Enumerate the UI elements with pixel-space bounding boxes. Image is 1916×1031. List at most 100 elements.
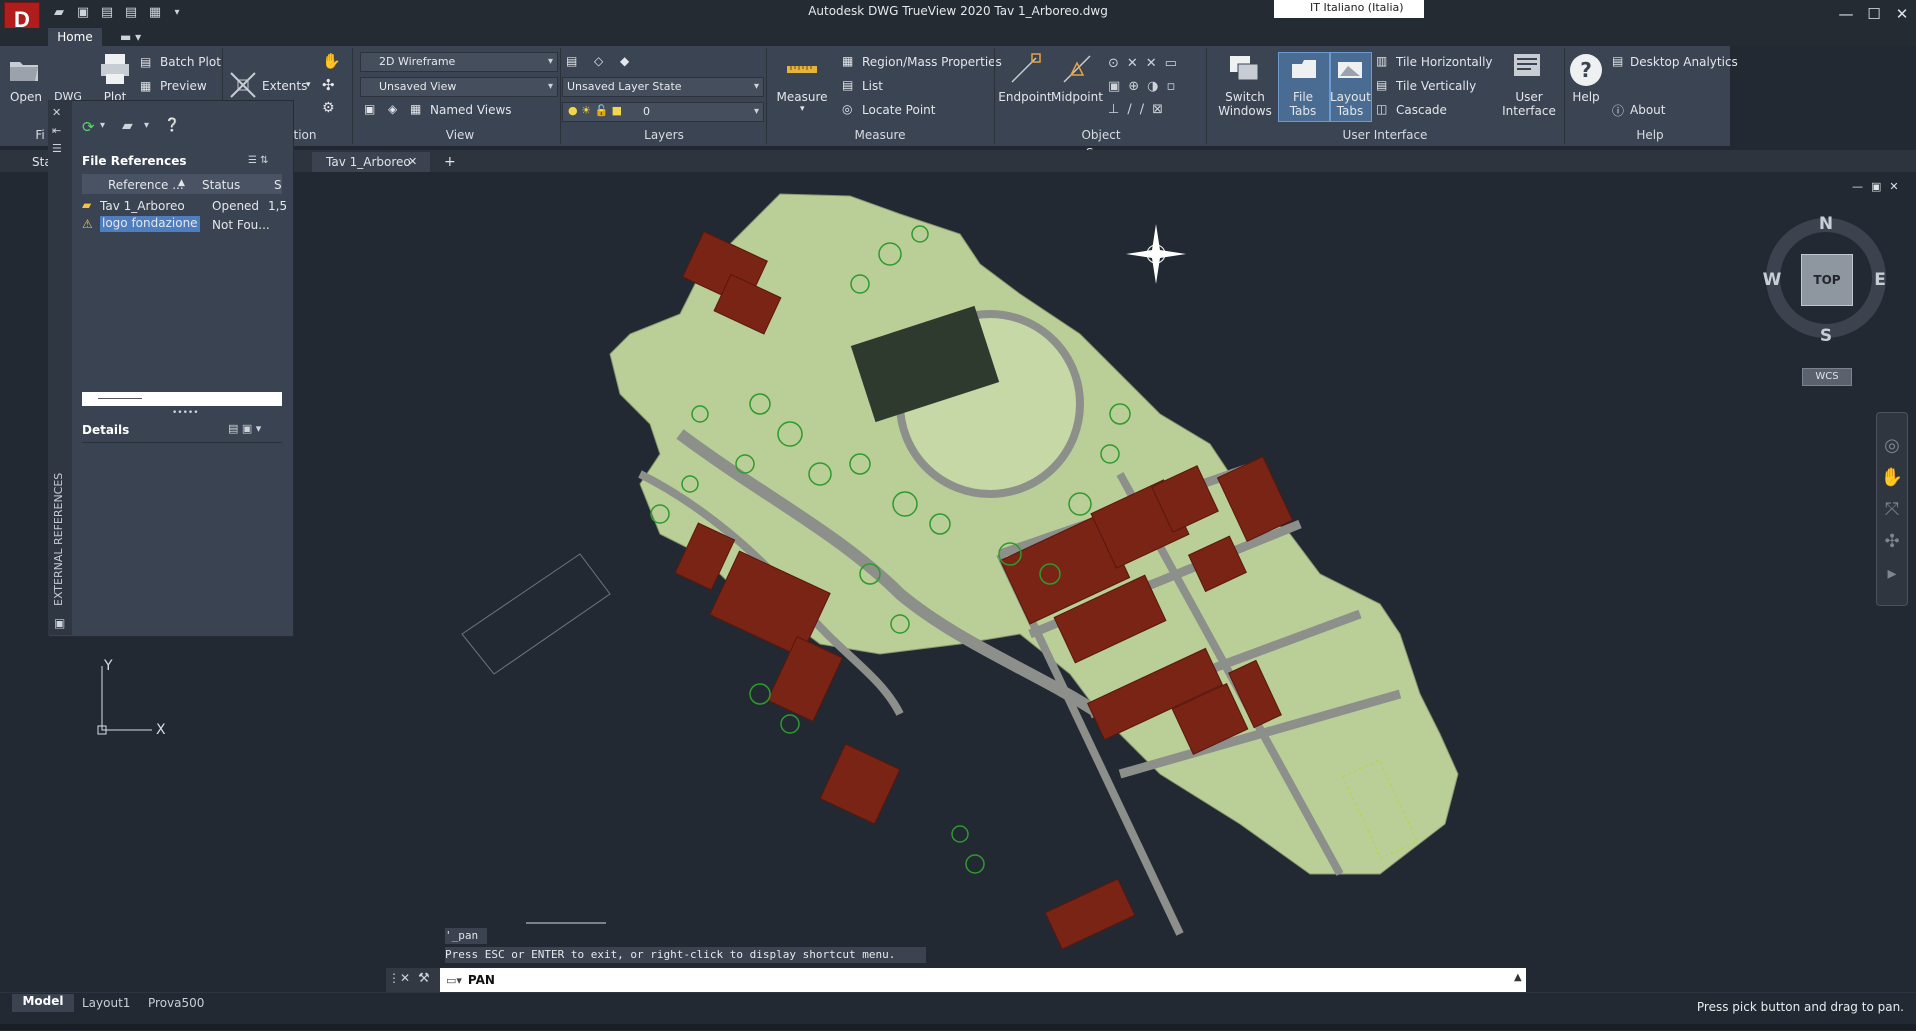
- panel-separator: [1564, 48, 1565, 144]
- extents-button[interactable]: Extents: [262, 79, 307, 93]
- extents-dropdown-icon[interactable]: ▾: [306, 80, 311, 90]
- batch-plot-button[interactable]: Batch Plot: [160, 55, 221, 69]
- help-small-icon[interactable]: ❔: [164, 118, 180, 133]
- midpoint-button[interactable]: Midpoint: [1050, 90, 1104, 104]
- viewport-window-controls[interactable]: —▣✕: [1852, 180, 1907, 193]
- tab-prova500[interactable]: Prova500: [148, 994, 204, 1012]
- close-tab-icon[interactable]: ✕: [408, 152, 417, 172]
- list-scrollbar[interactable]: [82, 392, 282, 406]
- cascade-icon: ◫: [1376, 102, 1388, 116]
- command-grip-icon[interactable]: ⋮✕: [388, 971, 410, 985]
- tile-vertically-button[interactable]: Tile Vertically: [1396, 79, 1476, 93]
- endpoint-icon[interactable]: [1008, 52, 1042, 86]
- compass-west[interactable]: W: [1762, 270, 1782, 290]
- switch-windows-icon[interactable]: [1228, 52, 1262, 86]
- attach-dropdown-icon[interactable]: ▾: [144, 120, 149, 131]
- column-status[interactable]: Status: [202, 178, 240, 192]
- help-button[interactable]: Help: [1566, 90, 1606, 104]
- refresh-dropdown-icon[interactable]: ▾: [100, 120, 105, 131]
- switch-windows-button[interactable]: Switch Windows: [1216, 90, 1274, 118]
- saved-view-dropdown[interactable]: Unsaved View: [360, 77, 558, 97]
- panel-view-title: View: [445, 128, 475, 142]
- language-indicator[interactable]: IT Italiano (Italia): [1274, 0, 1424, 18]
- customize-icon[interactable]: ⚒: [418, 971, 430, 986]
- zoom-icon[interactable]: ⚙: [322, 100, 335, 116]
- palette-properties-icon[interactable]: ▣: [54, 616, 65, 630]
- ucs-x-label: X: [156, 722, 166, 738]
- osnap-modes-grid[interactable]: ⊙✕✕▭ ▣⊕◑▫ ⊥∕∕⊠: [1108, 52, 1200, 122]
- view-box-icon[interactable]: ◈: [388, 102, 397, 116]
- attach-icon[interactable]: ▰: [122, 118, 133, 134]
- layout-tabs-label: Layout Tabs: [1330, 90, 1371, 118]
- panel-files-title: Fi: [35, 128, 45, 142]
- about-button[interactable]: About: [1630, 103, 1665, 117]
- tab-home[interactable]: Home: [48, 28, 102, 46]
- pan-hand-icon[interactable]: ✋: [322, 52, 341, 70]
- compass-north[interactable]: N: [1816, 214, 1836, 234]
- user-interface-icon[interactable]: [1512, 52, 1544, 86]
- new-tab-icon[interactable]: +: [444, 152, 456, 172]
- help-icon[interactable]: ?: [1570, 54, 1602, 86]
- command-history-line: '_pan: [445, 928, 487, 944]
- palette-side-title: EXTERNAL REFERENCES: [52, 472, 65, 606]
- visual-style-dropdown[interactable]: 2D Wireframe: [360, 52, 558, 72]
- tile-horizontally-button[interactable]: Tile Horizontally: [1396, 55, 1493, 69]
- layer-state-dropdown[interactable]: Unsaved Layer State: [562, 77, 764, 97]
- command-history-toggle-icon[interactable]: ▲: [1514, 972, 1522, 983]
- measure-dropdown-icon[interactable]: ▾: [800, 104, 805, 114]
- scroll-thumb[interactable]: [98, 398, 142, 399]
- open-folder-icon[interactable]: [8, 54, 40, 84]
- close-button[interactable]: ✕: [1888, 2, 1916, 26]
- minimize-button[interactable]: —: [1832, 2, 1860, 26]
- list-item-status: Opened: [212, 199, 260, 213]
- extents-icon[interactable]: [228, 70, 258, 100]
- user-interface-label-2: Interface: [1502, 104, 1556, 118]
- list-view-icon[interactable]: ☰ ⇅: [248, 155, 269, 166]
- named-views-button[interactable]: Named Views: [430, 103, 512, 117]
- navbar-icons[interactable]: ◎ ✋ ⤧ ✣ ▸: [1880, 430, 1904, 590]
- list-item-selected[interactable]: logo fondazione: [100, 216, 200, 232]
- column-size[interactable]: S: [274, 178, 282, 192]
- details-view-icons[interactable]: ▤ ▣ ▾: [228, 422, 261, 435]
- layer-properties-icon[interactable]: ▤: [566, 54, 577, 68]
- layer-states-icon[interactable]: ◇: [594, 54, 603, 68]
- splitter-handle[interactable]: •••••: [172, 408, 199, 418]
- orbit-icon[interactable]: ✣: [322, 76, 335, 94]
- batch-plot-icon: ▤: [140, 55, 152, 69]
- workspace-dropdown-icon[interactable]: ▬ ▾: [120, 30, 141, 44]
- user-interface-button[interactable]: User Interface: [1500, 90, 1558, 118]
- plot-icon[interactable]: [100, 52, 130, 86]
- measure-button[interactable]: Measure: [774, 90, 830, 104]
- midpoint-icon[interactable]: [1060, 52, 1094, 86]
- palette-controls[interactable]: ✕ ⇤ ☰: [52, 104, 62, 158]
- file-tabs-label: File Tabs: [1289, 90, 1317, 118]
- layer-match-icon[interactable]: ◆: [620, 54, 629, 68]
- desktop-analytics-button[interactable]: Desktop Analytics: [1630, 55, 1738, 69]
- panel-help-title: Help: [1636, 128, 1664, 142]
- details-panel: [82, 442, 282, 591]
- ucs-icon: [97, 666, 152, 735]
- view-cube-icon[interactable]: ▣: [364, 102, 375, 116]
- panel-separator: [352, 48, 353, 144]
- panel-separator: [766, 48, 767, 144]
- command-input[interactable]: ▭▾ PAN: [440, 968, 1526, 992]
- compass-south[interactable]: S: [1816, 326, 1836, 346]
- region-mass-button[interactable]: Region/Mass Properties: [862, 55, 1002, 69]
- list-button[interactable]: List: [862, 79, 883, 93]
- open-button[interactable]: Open: [6, 90, 46, 104]
- tab-current-label: Tav 1_Arboreo: [326, 155, 411, 169]
- measure-ruler-icon[interactable]: [786, 58, 818, 80]
- tab-model[interactable]: Model: [12, 994, 74, 1012]
- cascade-button[interactable]: Cascade: [1396, 103, 1447, 117]
- locate-point-button[interactable]: Locate Point: [862, 103, 935, 117]
- compass-east[interactable]: E: [1870, 270, 1890, 290]
- refresh-icon[interactable]: ⟳: [82, 118, 95, 136]
- tab-layout1[interactable]: Layout1: [82, 994, 130, 1012]
- viewcube-top-face[interactable]: TOP: [1801, 254, 1853, 306]
- preview-button[interactable]: Preview: [160, 79, 207, 93]
- list-item[interactable]: Tav 1_Arboreo: [100, 199, 185, 213]
- endpoint-button[interactable]: Endpoint: [996, 90, 1054, 104]
- column-reference-name[interactable]: Reference ...: [108, 178, 184, 192]
- wcs-menu-button[interactable]: WCS: [1802, 368, 1852, 386]
- maximize-button[interactable]: ☐: [1860, 2, 1888, 26]
